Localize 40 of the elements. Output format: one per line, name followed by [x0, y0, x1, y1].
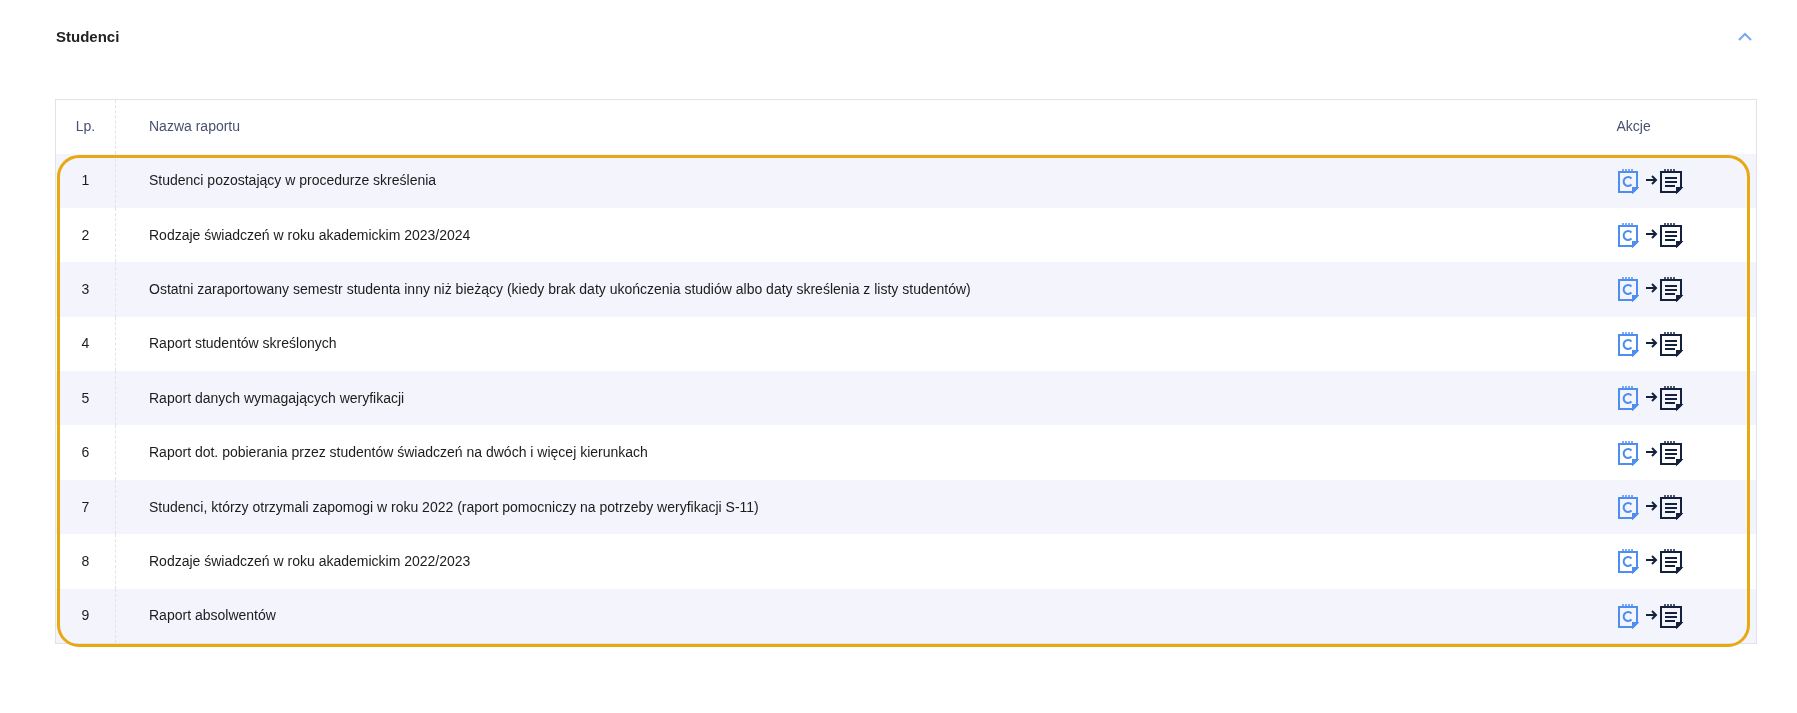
generate-report-icon[interactable]	[1616, 494, 1639, 521]
report-name: Raport danych wymagających weryfikacji	[149, 389, 405, 406]
generate-report-icon[interactable]	[1616, 439, 1639, 466]
column-header: Lp.	[75, 118, 96, 135]
report-name: Rodzaje świadczeń w roku akademickim 2022/2023	[149, 552, 471, 569]
report-name: Studenci, którzy otrzymali zapomogi w roku 2022 (raport pomocniczy na potrzeby weryfikacji S-11)	[149, 498, 759, 515]
row-number: 3	[81, 280, 90, 297]
row-number: 1	[81, 172, 90, 189]
row-number: 2	[81, 226, 90, 243]
row-number: 9	[81, 607, 90, 624]
report-name: Rodzaje świadczeń w roku akademickim 2023/2024	[149, 226, 471, 243]
row-number: 7	[81, 498, 90, 515]
generate-report-icon[interactable]	[1616, 167, 1639, 194]
generate-report-icon[interactable]	[1616, 548, 1639, 575]
report-name: Studenci pozostający w procedurze skreślenia	[149, 172, 437, 189]
column-header: Akcje	[1616, 118, 1651, 135]
export-report-icon[interactable]	[1644, 330, 1685, 357]
export-report-icon[interactable]	[1644, 602, 1685, 629]
report-name: Raport absolwentów	[149, 607, 276, 624]
generate-report-icon[interactable]	[1616, 385, 1639, 412]
report-name: Raport studentów skreślonych	[149, 335, 337, 352]
report-name: Raport dot. pobierania przez studentów świadczeń na dwóch i więcej kierunkach	[149, 444, 648, 461]
export-report-icon[interactable]	[1644, 494, 1685, 521]
column-header: Nazwa raportu	[149, 118, 241, 135]
generate-report-icon[interactable]	[1616, 602, 1639, 629]
report-name: Ostatni zaraportowany semestr studenta inny niż bieżący (kiedy brak daty ukończenia studiów albo daty skreślenia z listy studentów)	[149, 280, 971, 297]
row-number: 5	[81, 389, 90, 406]
export-report-icon[interactable]	[1644, 276, 1685, 303]
generate-report-icon[interactable]	[1616, 330, 1639, 357]
export-report-icon[interactable]	[1644, 222, 1685, 249]
export-report-icon[interactable]	[1644, 167, 1685, 194]
row-number: 4	[81, 335, 90, 352]
export-report-icon[interactable]	[1644, 439, 1685, 466]
section-title: Studenci	[56, 26, 120, 47]
generate-report-icon[interactable]	[1616, 222, 1639, 249]
export-report-icon[interactable]	[1644, 385, 1685, 412]
generate-report-icon[interactable]	[1616, 276, 1639, 303]
export-report-icon[interactable]	[1644, 548, 1685, 575]
row-number: 8	[81, 552, 90, 569]
row-number: 6	[81, 444, 90, 461]
